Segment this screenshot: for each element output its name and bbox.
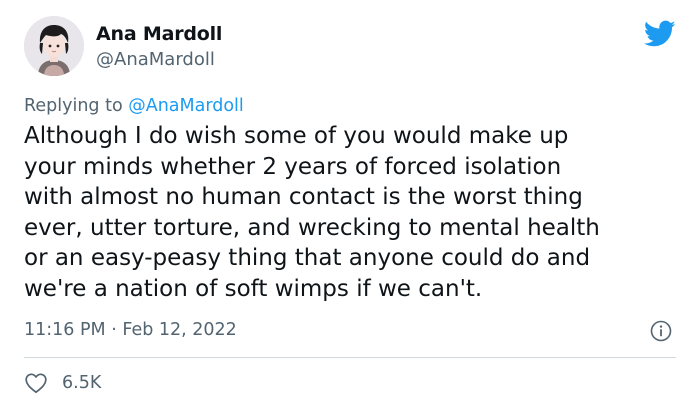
tweet-text-line: your minds whether 2 years of forced iso… <box>24 153 562 180</box>
tweet-timestamp[interactable]: 11:16 PM · Feb 12, 2022 <box>24 319 237 341</box>
avatar[interactable] <box>24 16 84 76</box>
tweet-text: Although I do wish some of you would mak… <box>24 121 684 304</box>
author-name[interactable]: Ana Mardoll <box>96 22 222 46</box>
tweet-text-line: Although I do wish some of you would mak… <box>24 123 569 149</box>
tweet-text-line: we're a nation of soft wimps if we can't… <box>24 275 483 302</box>
like-count: 6.5K <box>62 373 102 393</box>
avatar-image <box>24 16 84 76</box>
tweet-text-line: or an easy-peasy thing that anyone could… <box>24 245 591 271</box>
replying-to-prefix: Replying to <box>24 96 129 116</box>
tweet-card: Ana Mardoll @AnaMardoll Replying to @Ana… <box>0 0 700 410</box>
tweet-text-line: with almost no human contact is the wors… <box>24 184 583 210</box>
replying-to: Replying to @AnaMardoll <box>24 95 244 117</box>
author-block: Ana Mardoll @AnaMardoll <box>96 22 222 71</box>
info-icon[interactable] <box>650 320 672 342</box>
tweet-text-line: ever, utter torture, and wrecking to men… <box>24 214 600 241</box>
twitter-bird-icon[interactable] <box>644 20 676 48</box>
heart-icon <box>25 373 47 394</box>
divider <box>24 357 676 358</box>
author-handle[interactable]: @AnaMardoll <box>96 49 222 71</box>
reply-mention-link[interactable]: @AnaMardoll <box>128 96 244 116</box>
like-button[interactable]: 6.5K <box>24 371 101 395</box>
